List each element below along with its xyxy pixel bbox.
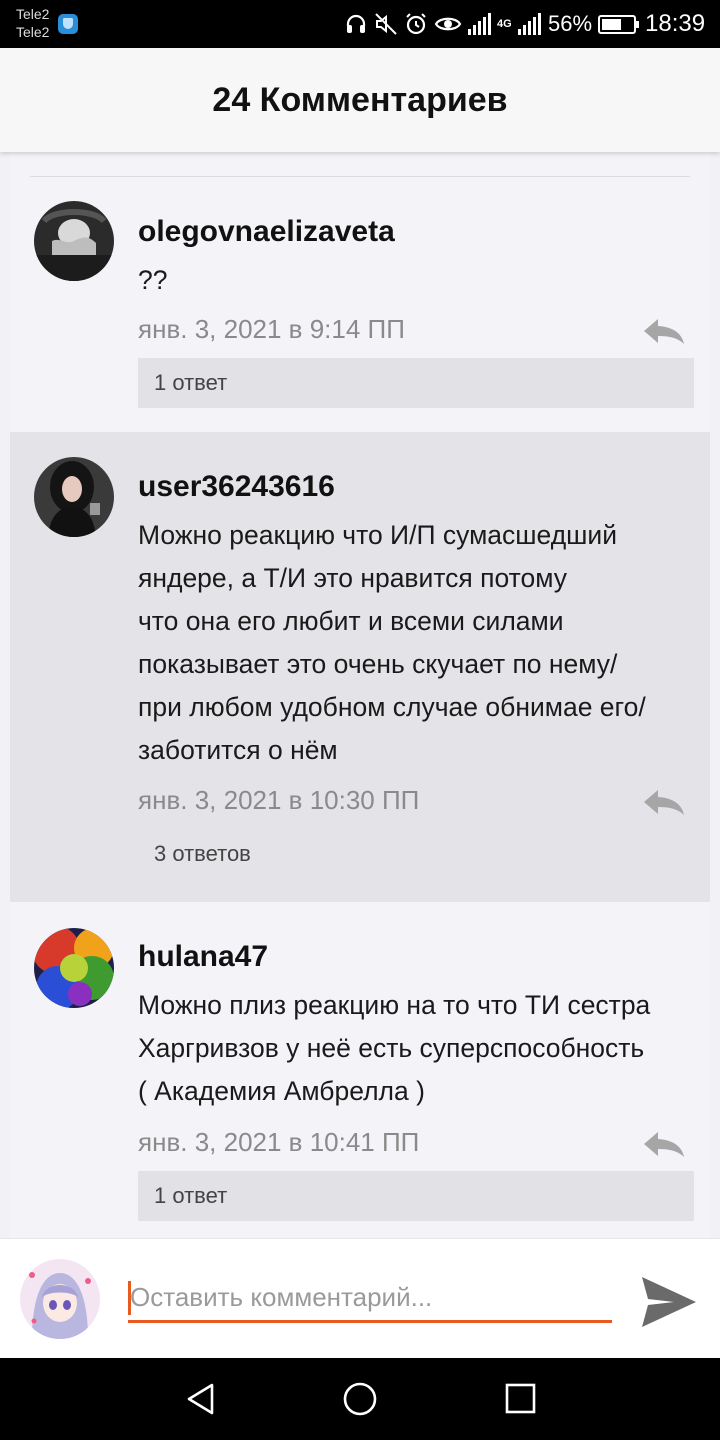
home-icon[interactable]: [342, 1382, 378, 1418]
comment-text-line: Харгривзов у неё есть суперспособность: [138, 1033, 645, 1063]
eye-icon: [434, 17, 462, 31]
carrier-1: Tele2: [16, 6, 50, 22]
replies-button[interactable]: 3 ответов: [138, 829, 694, 879]
headphones-icon: [346, 14, 366, 33]
signal-icon: [517, 13, 541, 35]
replies-button[interactable]: 1 ответ: [138, 358, 694, 408]
page-title: 24 Комментариев: [212, 80, 508, 119]
comment-text-line: что она его любит и всеми силами: [138, 606, 564, 636]
page-header: 24 Комментариев: [0, 48, 720, 152]
carrier-labels: Tele2 Tele2: [16, 5, 49, 41]
mute-icon: [375, 13, 397, 35]
comment-item: hulana47 Можно плиз реакцию на то что ТИ…: [10, 902, 710, 1238]
text-caret: [128, 1281, 131, 1315]
comment-username[interactable]: hulana47: [138, 940, 268, 974]
avatar[interactable]: [34, 928, 114, 1008]
comment-username[interactable]: olegovnaelizaveta: [138, 215, 395, 249]
comment-timestamp: янв. 3, 2021 в 10:41 ПП: [138, 1127, 420, 1157]
comment-text-line: при любом удобном случае обнимае его/: [138, 692, 646, 722]
comment-text-line: заботится о нём: [138, 735, 338, 765]
comment-input[interactable]: [128, 1275, 612, 1323]
clock: 18:39: [645, 10, 706, 37]
reply-icon[interactable]: [642, 788, 686, 816]
comment-timestamp: янв. 3, 2021 в 9:14 ПП: [138, 314, 405, 344]
wifi-signal-icon: [468, 13, 491, 35]
current-user-avatar: [20, 1259, 100, 1339]
comment-list[interactable]: olegovnaelizaveta ?? янв. 3, 2021 в 9:14…: [10, 152, 710, 1238]
back-icon[interactable]: [184, 1382, 218, 1416]
reply-icon[interactable]: [642, 1130, 686, 1158]
recents-icon[interactable]: [504, 1382, 538, 1416]
comment-timestamp: янв. 3, 2021 в 10:30 ПП: [138, 785, 420, 815]
comment-item: user36243616 Можно реакцию что И/П сумас…: [10, 432, 710, 902]
avatar[interactable]: [34, 201, 114, 281]
send-icon[interactable]: [640, 1275, 698, 1329]
carrier-2: Tele2: [16, 24, 50, 40]
avatar[interactable]: [34, 457, 114, 537]
shield-app-icon: [58, 14, 78, 34]
comment-compose-bar: [0, 1238, 720, 1358]
status-bar: Tele2 Tele2 4G 56% 18:39: [0, 0, 720, 48]
reply-icon[interactable]: [642, 317, 686, 345]
navigation-bar: [0, 1358, 720, 1440]
comment-text-line: ( Академия Амбрелла ): [138, 1076, 425, 1106]
comment-text-line: Можно реакцию что И/П сумасшедший: [138, 520, 618, 550]
status-icons: 4G: [344, 10, 541, 38]
comment-text-line: показывает это очень скучает по нему/: [138, 649, 618, 679]
alarm-icon: [406, 13, 426, 35]
comment-text-line: Можно плиз реакцию на то что ТИ сестра: [138, 990, 651, 1020]
replies-button[interactable]: 1 ответ: [138, 1171, 694, 1221]
comment-text: ??: [138, 265, 168, 295]
network-type: 4G: [497, 17, 512, 30]
comment-text: Можно плиз реакцию на то что ТИ сестра Х…: [138, 984, 698, 1113]
battery-icon: [598, 15, 639, 34]
comment-username[interactable]: user36243616: [138, 470, 335, 504]
comment-text: Можно реакцию что И/П сумасшедший яндере…: [138, 514, 698, 772]
comment-item: olegovnaelizaveta ?? янв. 3, 2021 в 9:14…: [10, 177, 710, 432]
battery-percent: 56%: [548, 11, 593, 36]
comment-text-line: яндере, а Т/И это нравится потому: [138, 563, 567, 593]
